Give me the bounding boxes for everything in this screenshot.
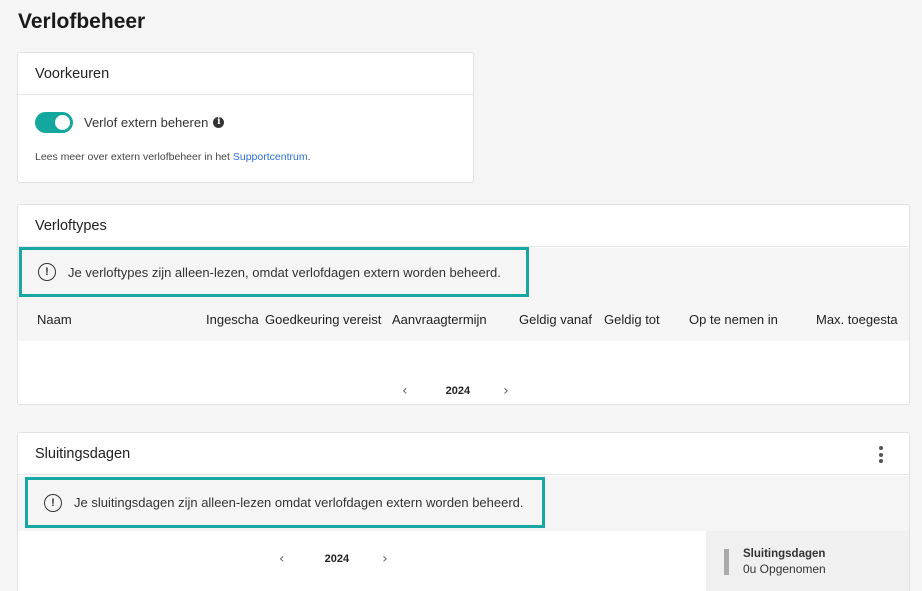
info-icon[interactable]: i xyxy=(213,117,225,128)
column-take-in[interactable]: Op te nemen in xyxy=(689,312,778,327)
toggle-label: Verlof extern beheren xyxy=(84,115,209,130)
year-label: 2024 xyxy=(324,553,350,565)
toggle-knob xyxy=(55,115,70,130)
page-title: Verlofbeheer xyxy=(18,10,146,33)
leave-types-title: Verloftypes xyxy=(18,205,909,247)
column-ingescha[interactable]: Ingescha xyxy=(206,312,259,327)
support-text: Lees meer over extern verlofbeheer in he… xyxy=(35,151,311,163)
leave-types-card: Verloftypes ! Je verloftypes zijn alleen… xyxy=(17,204,910,405)
external-leave-toggle-row: Verlof extern beheren i xyxy=(35,112,225,133)
summary-bar xyxy=(724,549,729,575)
support-suffix: . xyxy=(307,151,311,163)
year-pager: ‹ 2024 › xyxy=(402,383,509,399)
year-label: 2024 xyxy=(445,385,471,397)
support-center-link[interactable]: Supportcentrum xyxy=(233,151,308,163)
chevron-left-icon[interactable]: ‹ xyxy=(402,383,408,399)
closing-days-card: Sluitingsdagen ! Je sluitingsdagen zijn … xyxy=(17,432,910,591)
column-name[interactable]: Naam xyxy=(37,312,72,327)
chevron-right-icon[interactable]: › xyxy=(382,551,388,567)
closing-days-summary: Sluitingsdagen 0u Opgenomen xyxy=(706,531,909,591)
warning-icon: ! xyxy=(44,493,62,512)
chevron-right-icon[interactable]: › xyxy=(503,383,509,399)
preferences-title: Voorkeuren xyxy=(18,53,473,95)
column-max-allowed[interactable]: Max. toegesta xyxy=(816,312,898,327)
chevron-left-icon[interactable]: ‹ xyxy=(279,551,285,567)
table-header: Naam Ingescha Goedkeuring vereist Aanvra… xyxy=(18,297,909,341)
column-request-period[interactable]: Aanvraagtermijn xyxy=(392,312,487,327)
alert-text: Je verloftypes zijn alleen-lezen, omdat … xyxy=(68,264,501,280)
closing-days-readonly-alert: ! Je sluitingsdagen zijn alleen-lezen om… xyxy=(25,477,545,528)
summary-value: 0u Opgenomen xyxy=(743,562,826,576)
leave-types-readonly-alert: ! Je verloftypes zijn alleen-lezen, omda… xyxy=(19,247,529,297)
preferences-card: Voorkeuren Verlof extern beheren i Lees … xyxy=(17,52,474,183)
alert-text: Je sluitingsdagen zijn alleen-lezen omda… xyxy=(74,495,524,510)
closing-days-title: Sluitingsdagen xyxy=(18,433,909,475)
year-pager: ‹ 2024 › xyxy=(279,551,388,567)
support-prefix: Lees meer over extern verlofbeheer in he… xyxy=(35,151,233,163)
column-valid-to[interactable]: Geldig tot xyxy=(604,312,660,327)
warning-icon: ! xyxy=(38,263,56,281)
external-leave-toggle[interactable] xyxy=(35,112,73,133)
column-valid-from[interactable]: Geldig vanaf xyxy=(519,312,592,327)
column-approval-required[interactable]: Goedkeuring vereist xyxy=(265,312,381,327)
more-options-icon[interactable] xyxy=(879,446,883,466)
summary-title: Sluitingsdagen xyxy=(743,548,826,560)
